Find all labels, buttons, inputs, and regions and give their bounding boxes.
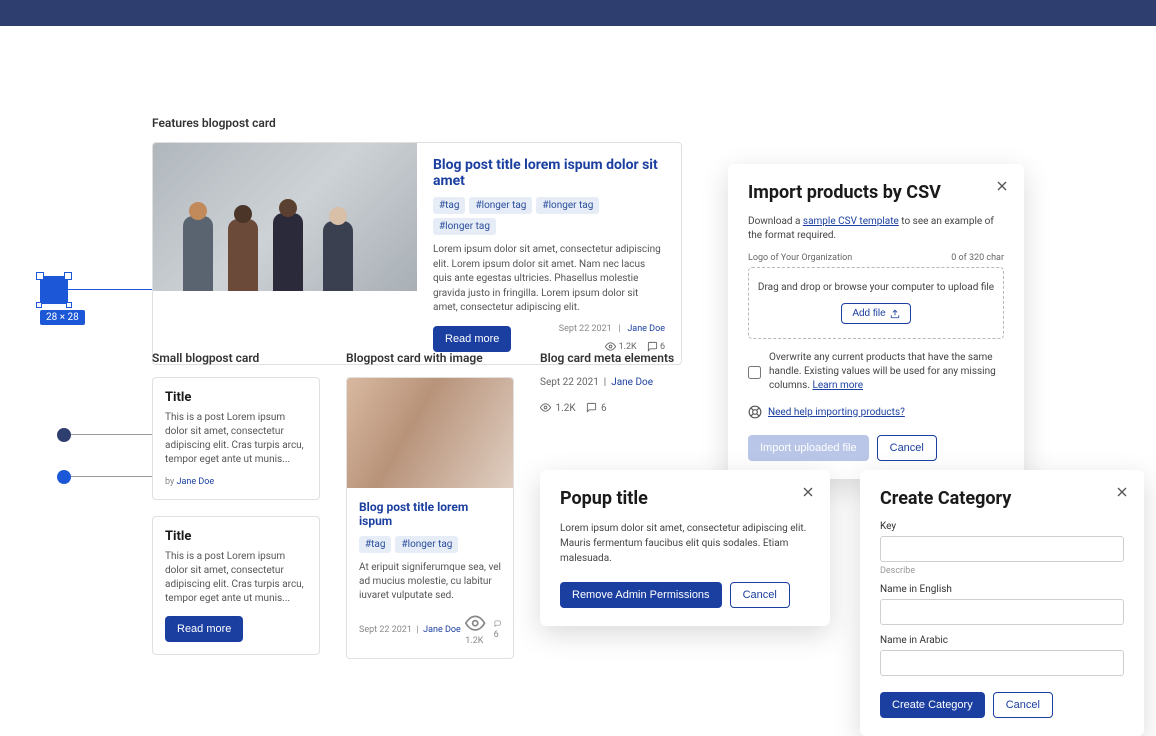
key-hint: Describe xyxy=(880,566,1124,576)
guide-line xyxy=(71,434,152,435)
read-more-button[interactable]: Read more xyxy=(165,616,243,642)
eye-icon xyxy=(465,613,485,633)
key-label: Key xyxy=(880,521,1124,532)
featured-excerpt: Lorem ipsum dolor sit amet, consectetur … xyxy=(433,243,665,316)
post-date: Sept 22 2021 xyxy=(559,324,612,334)
modal-title: Import products by CSV xyxy=(748,182,1004,203)
comments-count: 6 xyxy=(601,403,607,414)
meta-date-author: Sept 22 2021 | Jane Doe xyxy=(540,377,690,388)
card-title[interactable]: Blog post title lorem ispum xyxy=(359,500,501,528)
selection-dimensions: 28 × 28 xyxy=(40,310,85,325)
views-count: 1.2K xyxy=(555,403,575,414)
section-label-imgcard: Blogpost card with image xyxy=(346,351,514,365)
cancel-button[interactable]: Cancel xyxy=(877,435,937,461)
featured-meta: Sept 22 2021 | Jane Doe xyxy=(559,324,665,334)
author-link[interactable]: Jane Doe xyxy=(611,377,653,388)
import-button: Import uploaded file xyxy=(748,435,869,461)
featured-tags: #tag #longer tag #longer tag #longer tag xyxy=(433,197,665,235)
small-blogpost-card: Title This is a post Lorem ipsum dolor s… xyxy=(152,377,320,500)
author-link[interactable]: Jane Doe xyxy=(177,477,215,487)
name-ar-label: Name in Arabic xyxy=(880,635,1124,646)
tag[interactable]: #longer tag xyxy=(536,197,599,214)
char-counter: 0 of 320 char xyxy=(951,253,1004,263)
comments-count: 6 xyxy=(494,620,501,640)
tag[interactable]: #longer tag xyxy=(395,536,458,553)
card-excerpt: This is a post Lorem ipsum dolor sit ame… xyxy=(165,550,307,606)
post-date: Sept 22 2021 xyxy=(540,377,599,388)
featured-image xyxy=(153,143,417,291)
tag[interactable]: #tag xyxy=(359,536,391,553)
comments-count: 6 xyxy=(647,341,665,352)
modal-title: Popup title xyxy=(560,488,810,509)
card-title[interactable]: Title xyxy=(165,529,307,544)
name-ar-input[interactable] xyxy=(880,650,1124,676)
close-icon xyxy=(994,178,1010,194)
close-button[interactable] xyxy=(994,178,1010,198)
views-count: 1.2K xyxy=(465,613,485,646)
name-en-label: Name in English xyxy=(880,584,1124,595)
import-description: Download a sample CSV template to see an… xyxy=(748,215,1004,243)
learn-more-link[interactable]: Learn more xyxy=(812,380,863,391)
post-date: Sept 22 2021 xyxy=(359,625,412,635)
upload-icon xyxy=(890,309,900,319)
byline: by Jane Doe xyxy=(165,477,307,487)
popup-text: Lorem ipsum dolor sit amet, consectetur … xyxy=(560,521,810,566)
eye-icon xyxy=(540,402,551,413)
card-excerpt: At eripuit signiferumque sea, vel ad muc… xyxy=(359,561,501,603)
card-tags: #tag #longer tag xyxy=(359,536,501,553)
create-category-button[interactable]: Create Category xyxy=(880,692,985,718)
name-en-input[interactable] xyxy=(880,599,1124,625)
tag[interactable]: #longer tag xyxy=(433,218,496,235)
card-image xyxy=(347,378,513,488)
author-link[interactable]: Jane Doe xyxy=(627,324,665,334)
section-label-featured: Features blogpost card xyxy=(152,116,682,130)
eye-icon xyxy=(605,341,616,352)
import-csv-modal: Import products by CSV Download a sample… xyxy=(728,164,1024,479)
meta-stats: 1.2K 6 xyxy=(540,402,690,414)
comment-icon xyxy=(647,341,658,352)
close-icon xyxy=(800,484,816,500)
color-swatch-dark xyxy=(57,428,71,442)
popup-modal: Popup title Lorem ipsum dolor sit amet, … xyxy=(540,470,830,626)
key-input[interactable] xyxy=(880,536,1124,562)
views-count: 1.2K xyxy=(605,341,636,352)
selection-indicator: 28 × 28 xyxy=(40,276,85,325)
guide-line xyxy=(71,476,152,477)
comment-icon xyxy=(586,402,597,413)
lifebuoy-icon xyxy=(748,405,762,419)
cancel-button[interactable]: Cancel xyxy=(993,692,1053,718)
read-more-button[interactable]: Read more xyxy=(433,326,511,352)
modal-title: Create Category xyxy=(880,488,1124,509)
create-category-modal: Create Category Key Describe Name in Eng… xyxy=(860,470,1144,736)
card-title[interactable]: Title xyxy=(165,390,307,405)
comment-icon xyxy=(494,620,501,627)
cancel-button[interactable]: Cancel xyxy=(730,582,790,608)
close-button[interactable] xyxy=(1114,484,1130,504)
remove-permissions-button[interactable]: Remove Admin Permissions xyxy=(560,582,722,608)
add-file-button[interactable]: Add file xyxy=(841,303,910,324)
color-swatch-blue xyxy=(57,470,71,484)
sample-csv-link[interactable]: sample CSV template xyxy=(803,216,899,227)
overwrite-checkbox[interactable] xyxy=(748,352,761,393)
section-label-meta: Blog card meta elements xyxy=(540,351,690,365)
file-dropzone[interactable]: Drag and drop or browse your computer to… xyxy=(748,267,1004,339)
dropzone-text: Drag and drop or browse your computer to… xyxy=(757,282,995,293)
featured-title[interactable]: Blog post title lorem ispum dolor sit am… xyxy=(433,157,665,189)
tag[interactable]: #tag xyxy=(433,197,465,214)
tag[interactable]: #longer tag xyxy=(469,197,532,214)
card-excerpt: This is a post Lorem ipsum dolor sit ame… xyxy=(165,411,307,467)
section-label-small: Small blogpost card xyxy=(152,351,320,365)
help-link[interactable]: Need help importing products? xyxy=(768,407,905,418)
field-label: Logo of Your Organization xyxy=(748,253,852,263)
guide-line xyxy=(68,289,152,290)
close-icon xyxy=(1114,484,1130,500)
author-link[interactable]: Jane Doe xyxy=(423,625,461,635)
small-blogpost-card: Title This is a post Lorem ipsum dolor s… xyxy=(152,516,320,655)
top-bar xyxy=(0,0,1156,26)
close-button[interactable] xyxy=(800,484,816,504)
overwrite-label: Overwrite any current products that have… xyxy=(769,351,1004,393)
featured-blogpost-card: Blog post title lorem ispum dolor sit am… xyxy=(152,142,682,365)
blogpost-card-with-image: Blog post title lorem ispum #tag #longer… xyxy=(346,377,514,659)
